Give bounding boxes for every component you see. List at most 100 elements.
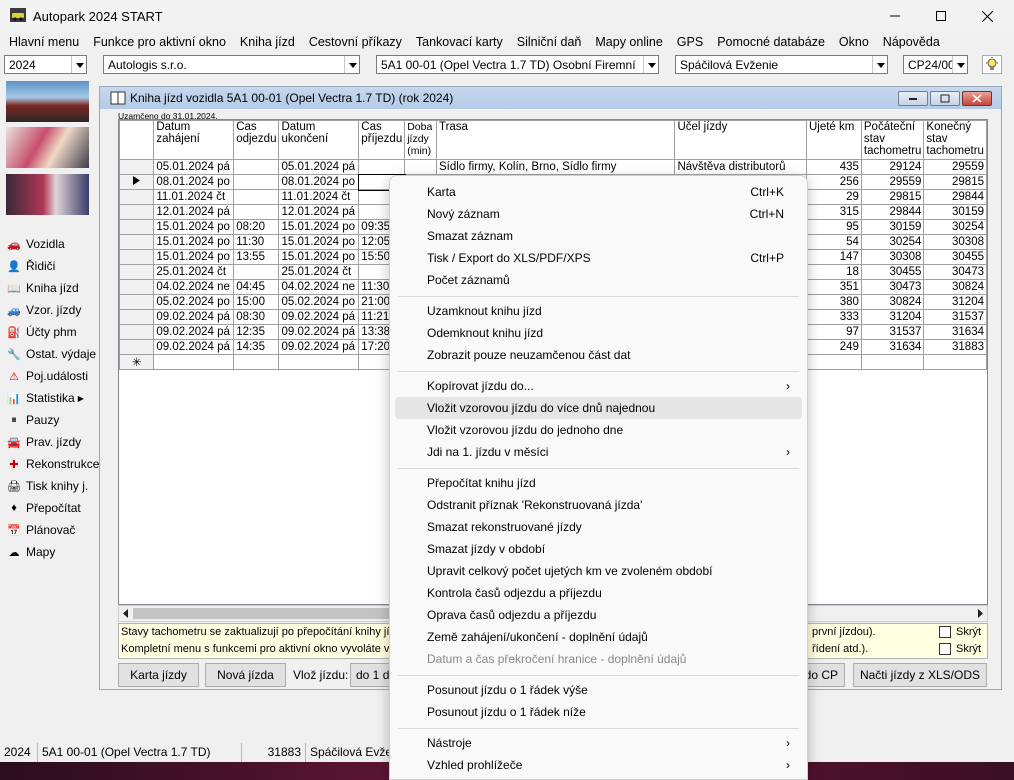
table-cell[interactable]: 29844 bbox=[923, 189, 987, 205]
table-cell[interactable]: 15.01.2024 po bbox=[278, 219, 360, 235]
nacti-jizdy-button[interactable]: Načti jízdy z XLS/ODS bbox=[853, 663, 987, 687]
chevron-down-icon[interactable] bbox=[872, 56, 887, 73]
table-cell[interactable]: Návštěva distributorů bbox=[674, 159, 807, 175]
col-ucel-jizdy[interactable]: Účel jízdy bbox=[674, 120, 807, 160]
col-trasa[interactable]: Trasa bbox=[435, 120, 676, 160]
col-datum-ukonceni[interactable]: Datum ukončení bbox=[278, 120, 360, 160]
ctx-odemknout[interactable]: Odemknout knihu jízd bbox=[395, 322, 802, 344]
col-datum-zahajeni[interactable]: Datum zahájení bbox=[153, 120, 235, 160]
nav-vozidla[interactable]: 🚗 Vozidla bbox=[6, 233, 99, 255]
table-cell[interactable]: 31634 bbox=[860, 339, 925, 355]
table-cell[interactable] bbox=[805, 354, 862, 370]
ctx-vzhled-prohlizece[interactable]: Vzhled prohlížeče › bbox=[395, 754, 802, 776]
table-cell[interactable]: 30824 bbox=[923, 279, 987, 295]
table-cell[interactable] bbox=[860, 354, 925, 370]
scroll-left-icon[interactable] bbox=[122, 609, 130, 618]
col-ujete-km[interactable]: Ujeté km bbox=[805, 120, 862, 160]
nav-planovac[interactable]: 📅 Plánovač bbox=[6, 519, 99, 541]
driver-select[interactable]: Spáčilová Evženie bbox=[675, 55, 888, 74]
table-cell[interactable]: 15.01.2024 po bbox=[153, 234, 235, 250]
table-cell[interactable]: 30308 bbox=[923, 234, 987, 250]
table-cell[interactable]: 15.01.2024 po bbox=[153, 249, 235, 265]
table-cell[interactable]: 09.02.2024 pá bbox=[153, 339, 235, 355]
ctx-posunout-vyse[interactable]: Posunout jízdu o 1 řádek výše bbox=[395, 679, 802, 701]
table-cell[interactable]: 30254 bbox=[860, 234, 925, 250]
row-indicator[interactable] bbox=[119, 309, 155, 325]
table-cell[interactable]: 31204 bbox=[860, 309, 925, 325]
table-cell[interactable] bbox=[233, 264, 280, 280]
table-cell[interactable]: 11:30 bbox=[233, 234, 280, 250]
table-cell[interactable] bbox=[358, 159, 406, 175]
menu-okno[interactable]: Okno bbox=[832, 35, 876, 49]
close-button[interactable] bbox=[964, 0, 1010, 32]
ctx-uzamknout[interactable]: Uzamknout knihu jízd bbox=[395, 300, 802, 322]
chevron-down-icon[interactable] bbox=[952, 56, 967, 73]
ctx-kopirovat-jizdu[interactable]: Kopírovat jízdu do... › bbox=[395, 375, 802, 397]
doc-close-button[interactable] bbox=[962, 91, 992, 106]
nav-kniha-jizd[interactable]: 📖 Kniha jízd bbox=[6, 277, 99, 299]
table-cell[interactable]: 08:30 bbox=[233, 309, 280, 325]
chevron-down-icon[interactable] bbox=[71, 56, 86, 73]
table-cell[interactable]: 15.01.2024 po bbox=[153, 219, 235, 235]
doc-minimize-button[interactable] bbox=[898, 91, 928, 106]
hide-checkbox-1[interactable]: Skrýt bbox=[939, 626, 981, 638]
table-row[interactable]: 05.01.2024 pá 05.01.2024 pá Sídlo firmy, K… bbox=[119, 159, 987, 175]
maximize-button[interactable] bbox=[918, 0, 964, 32]
table-cell[interactable]: 30455 bbox=[860, 264, 925, 280]
ctx-upravit-km[interactable]: Upravit celkový počet ujetých km ve zvol… bbox=[395, 560, 802, 582]
table-cell[interactable]: 04.02.2024 ne bbox=[153, 279, 235, 295]
table-cell[interactable]: 29844 bbox=[860, 204, 925, 220]
table-cell[interactable]: 11.01.2024 čt bbox=[278, 189, 360, 205]
row-indicator[interactable] bbox=[119, 219, 155, 235]
table-cell[interactable]: 30473 bbox=[923, 264, 987, 280]
ctx-kontrola-casu[interactable]: Kontrola časů odjezdu a příjezdu bbox=[395, 582, 802, 604]
menu-mapy-online[interactable]: Mapy online bbox=[588, 35, 669, 49]
nav-ostat-vydaje[interactable]: 🔧 Ostat. výdaje bbox=[6, 343, 99, 365]
ctx-karta[interactable]: Karta Ctrl+K bbox=[395, 181, 802, 203]
table-cell[interactable]: 29559 bbox=[923, 159, 987, 175]
table-cell[interactable]: 54 bbox=[805, 234, 862, 250]
table-cell[interactable]: 29124 bbox=[860, 159, 925, 175]
ctx-smazat-zaznam[interactable]: Smazat záznam bbox=[395, 225, 802, 247]
table-cell[interactable]: 04.02.2024 ne bbox=[278, 279, 360, 295]
vloz-do-1-dne-button[interactable]: do 1 dr bbox=[350, 663, 393, 687]
ctx-posunout-nize[interactable]: Posunout jízdu o 1 řádek níže bbox=[395, 701, 802, 723]
table-cell[interactable]: 15:00 bbox=[233, 294, 280, 310]
scrollbar-thumb[interactable] bbox=[133, 608, 403, 619]
col-konecny-stav[interactable]: Konečný stav tachometru bbox=[923, 120, 987, 160]
row-indicator[interactable] bbox=[119, 294, 155, 310]
ctx-nastroje[interactable]: Nástroje › bbox=[395, 732, 802, 754]
nav-statistika[interactable]: 📊 Statistika ▶ bbox=[6, 387, 99, 409]
company-select[interactable]: Autologis s.r.o. bbox=[103, 55, 360, 74]
table-cell[interactable] bbox=[233, 159, 280, 175]
ctx-odstranit-priznak[interactable]: Odstranit příznak 'Rekonstruovaná jízda' bbox=[395, 494, 802, 516]
menu-napoveda[interactable]: Nápověda bbox=[876, 35, 947, 49]
table-cell[interactable]: 30455 bbox=[923, 249, 987, 265]
row-indicator[interactable] bbox=[119, 189, 155, 205]
year-select[interactable]: 2024 bbox=[4, 55, 87, 74]
ctx-smazat-rekonstruovane[interactable]: Smazat rekonstruované jízdy bbox=[395, 516, 802, 538]
table-cell[interactable]: 15.01.2024 po bbox=[278, 249, 360, 265]
menu-kniha-jizd[interactable]: Kniha jízd bbox=[233, 35, 302, 49]
table-cell[interactable]: 09.02.2024 pá bbox=[278, 339, 360, 355]
table-cell[interactable]: 12.01.2024 pá bbox=[278, 204, 360, 220]
table-cell[interactable]: 12:35 bbox=[233, 324, 280, 340]
table-cell[interactable]: 05.01.2024 pá bbox=[153, 159, 235, 175]
row-indicator[interactable] bbox=[119, 174, 155, 190]
nav-ucty-phm[interactable]: ⛽ Účty phm bbox=[6, 321, 99, 343]
table-cell[interactable]: 05.01.2024 pá bbox=[278, 159, 360, 175]
menu-tankovaci-karty[interactable]: Tankovací karty bbox=[409, 35, 510, 49]
table-cell[interactable] bbox=[233, 189, 280, 205]
ctx-pocet-zaznamu[interactable]: Počet záznamů bbox=[395, 269, 802, 291]
table-cell[interactable]: 25.01.2024 čt bbox=[278, 264, 360, 280]
row-indicator[interactable] bbox=[119, 234, 155, 250]
table-cell[interactable]: 29815 bbox=[860, 189, 925, 205]
chevron-down-icon[interactable] bbox=[643, 56, 658, 73]
row-indicator[interactable] bbox=[119, 279, 155, 295]
col-pocatecni-stav[interactable]: Počáteční stav tachometru bbox=[860, 120, 925, 160]
table-cell[interactable]: 04:45 bbox=[233, 279, 280, 295]
doc-maximize-button[interactable] bbox=[930, 91, 960, 106]
ctx-zobrazit-neuzamcenou[interactable]: Zobrazit pouze neuzamčenou část dat bbox=[395, 344, 802, 366]
nova-jizda-button[interactable]: Nová jízda bbox=[205, 663, 286, 687]
ctx-vlozit-vzor-vice-dnu[interactable]: Vložit vzorovou jízdu do více dnů najedn… bbox=[395, 397, 802, 419]
